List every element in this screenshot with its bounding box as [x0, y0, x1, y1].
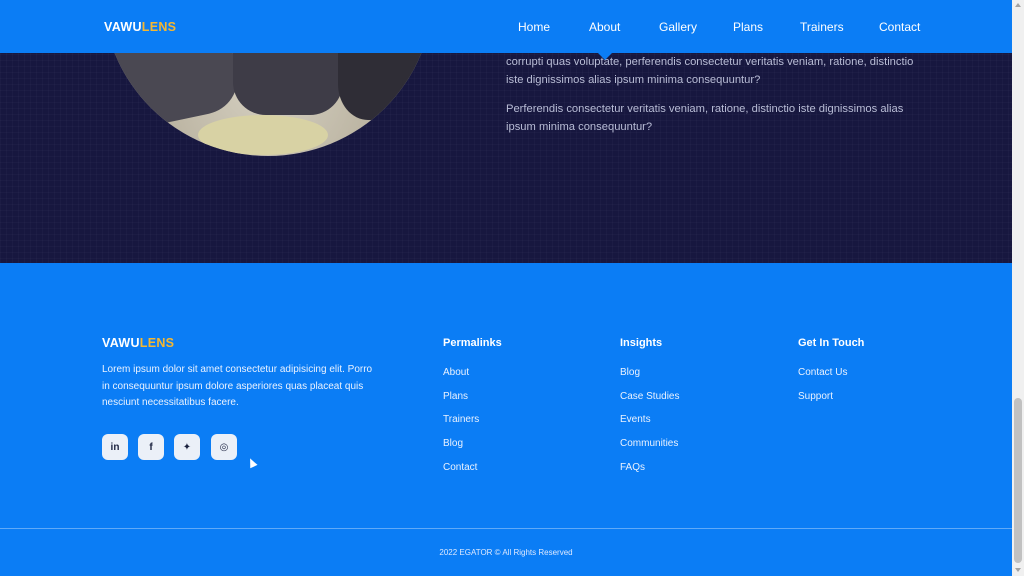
nav-logo[interactable]: VAWULENS	[104, 20, 176, 34]
twitter-button[interactable]: ✦	[174, 434, 200, 460]
scroll-down-arrow-icon[interactable]	[1015, 568, 1021, 572]
about-paragraph: corrupti quas voluptate, perferendis con…	[506, 56, 914, 86]
logo-text-accent: LENS	[141, 20, 177, 34]
nav-home[interactable]: Home	[518, 20, 550, 34]
logo-text-main: VAWU	[102, 336, 140, 350]
footer-link-trainers[interactable]: Trainers	[443, 414, 479, 425]
nav-contact[interactable]: Contact	[879, 20, 920, 34]
footer-link-about[interactable]: About	[443, 367, 469, 378]
instagram-icon: ◎	[219, 441, 229, 453]
linkedin-icon: in	[110, 441, 120, 453]
page-scrollbar[interactable]	[1012, 0, 1024, 576]
footer-logo[interactable]: VAWULENS	[102, 336, 174, 350]
nav-about[interactable]: About	[589, 20, 620, 34]
footer-description: Lorem ipsum dolor sit amet consectetur a…	[102, 364, 373, 408]
footer-column-title: Get In Touch	[798, 337, 865, 349]
copyright-text: 2022 EGATOR © All Rights Reserved	[439, 548, 573, 557]
nav-trainers[interactable]: Trainers	[800, 20, 844, 34]
footer-link-contact-us[interactable]: Contact Us	[798, 367, 847, 378]
active-nav-indicator	[598, 53, 612, 60]
instagram-button[interactable]: ◎	[211, 434, 237, 460]
logo-text-main: VAWU	[104, 20, 142, 34]
about-paragraph: Perferendis consectetur veritatis veniam…	[506, 103, 904, 133]
footer-link-support[interactable]: Support	[798, 391, 833, 402]
footer-link-communities[interactable]: Communities	[620, 438, 678, 449]
nav-plans[interactable]: Plans	[733, 20, 763, 34]
navbar: VAWULENS Home About Gallery Plans Traine…	[0, 0, 1012, 53]
linkedin-button[interactable]: in	[102, 434, 128, 460]
nav-gallery[interactable]: Gallery	[659, 20, 697, 34]
footer-link-contact[interactable]: Contact	[443, 462, 477, 473]
page: corrupti quas voluptate, perferendis con…	[0, 0, 1012, 576]
scroll-up-arrow-icon[interactable]	[1015, 3, 1021, 7]
footer-link-faqs[interactable]: FAQs	[620, 462, 645, 473]
twitter-icon: ✦	[182, 441, 192, 453]
footer-link-blog[interactable]: Blog	[443, 438, 463, 449]
facebook-button[interactable]: f	[138, 434, 164, 460]
footer: VAWULENS Lorem ipsum dolor sit amet cons…	[0, 263, 1012, 576]
facebook-icon: f	[149, 441, 153, 453]
footer-link-case-studies[interactable]: Case Studies	[620, 391, 679, 402]
footer-link-plans[interactable]: Plans	[443, 391, 468, 402]
about-text: corrupti quas voluptate, perferendis con…	[506, 53, 926, 136]
footer-divider	[0, 528, 1012, 529]
footer-link-events[interactable]: Events	[620, 414, 651, 425]
scrollbar-thumb[interactable]	[1014, 398, 1022, 563]
footer-column-title: Insights	[620, 337, 663, 349]
footer-link-blog[interactable]: Blog	[620, 367, 640, 378]
footer-column-title: Permalinks	[443, 337, 502, 349]
photo-mat	[198, 115, 328, 155]
logo-text-accent: LENS	[139, 336, 175, 350]
